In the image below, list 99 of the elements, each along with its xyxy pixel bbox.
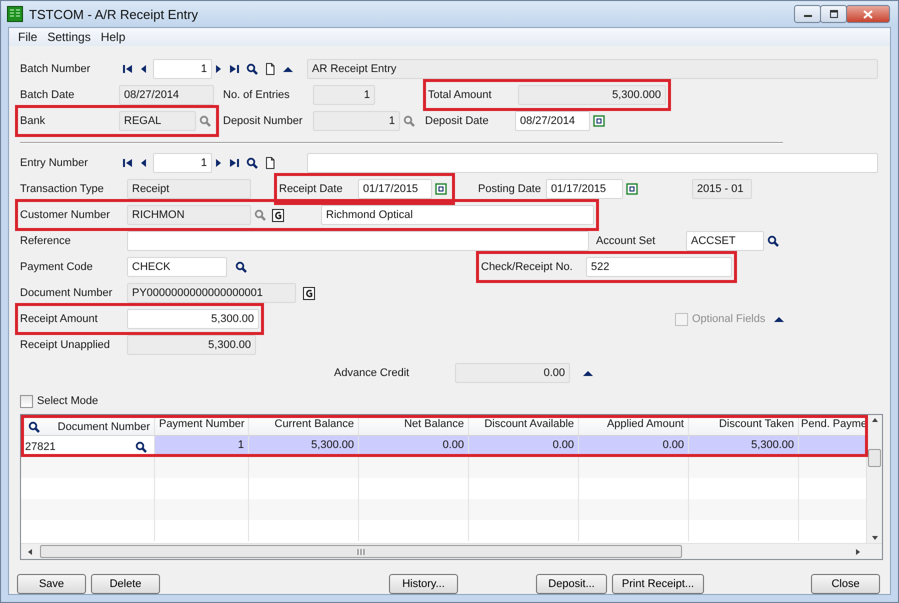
window-title: TSTCOM - A/R Receipt Entry	[29, 6, 198, 22]
checkbox-label: Optional Fields	[692, 313, 766, 325]
field-label: Deposit Number	[223, 115, 304, 127]
reference-field[interactable]	[127, 231, 589, 251]
next-icon[interactable]	[215, 157, 223, 169]
search-icon[interactable]	[767, 235, 779, 247]
field-label: Document Number	[20, 287, 114, 299]
vertical-scrollbar[interactable]	[866, 415, 882, 543]
description-field: AR Receipt Entry	[307, 59, 878, 79]
column-header[interactable]: Payment Number	[155, 415, 249, 435]
field-label: Payment Code	[20, 261, 94, 273]
previous-icon[interactable]	[139, 63, 147, 75]
calendar-icon[interactable]	[593, 115, 605, 127]
action-button[interactable]: Save	[17, 574, 86, 594]
amount-field[interactable]: 5,300.00	[127, 309, 259, 329]
close-icon	[863, 10, 873, 18]
previous-icon[interactable]	[139, 157, 147, 169]
minimize-button[interactable]	[794, 5, 821, 23]
field-label: Entry Number	[20, 157, 89, 169]
customer-name-field[interactable]: Richmond Optical	[321, 205, 594, 225]
first-record-icon[interactable]	[122, 63, 133, 75]
last-record-icon[interactable]	[229, 63, 240, 75]
deposit-number-field: 1	[313, 111, 400, 131]
number-field[interactable]: 1	[153, 59, 212, 79]
field-label: Account Set	[596, 235, 656, 247]
field-label: Receipt Date	[279, 183, 344, 195]
drilldown-icon[interactable]	[303, 286, 315, 300]
column-header[interactable]: Net Balance	[359, 415, 469, 435]
date-field[interactable]: 08/27/2014	[515, 111, 590, 131]
field-label: Advance Credit	[334, 367, 410, 379]
search-icon[interactable]	[135, 440, 147, 452]
field-label: Total Amount	[428, 89, 493, 101]
check-number-field[interactable]: 522	[586, 257, 732, 277]
document-number-field: PY0000000000000000001	[127, 283, 296, 303]
action-button[interactable]: Close	[811, 574, 880, 594]
field-label: Receipt Unapplied	[20, 339, 111, 351]
maximize-button[interactable]	[820, 5, 847, 23]
amount-field: 5,300.000	[518, 85, 666, 105]
date-field[interactable]: 01/17/2015	[358, 179, 432, 199]
field-label: Deposit Date	[425, 115, 490, 127]
action-button[interactable]: Delete	[91, 574, 160, 594]
search-icon[interactable]	[246, 157, 258, 169]
field-label: Batch Number	[20, 63, 92, 75]
column-header[interactable]: Current Balance	[249, 415, 359, 435]
maximize-icon	[828, 10, 838, 18]
action-button[interactable]: Deposit...	[536, 574, 607, 594]
field-label: Check/Receipt No.	[481, 261, 574, 273]
amount-field: 0.00	[455, 363, 570, 383]
field-label: Transaction Type	[20, 183, 105, 195]
field-label: Reference	[20, 235, 72, 247]
field-label: Posting Date	[478, 183, 542, 195]
collapse-arrow-icon[interactable]	[582, 368, 594, 378]
field-label: Bank	[20, 115, 46, 127]
date-field[interactable]: 01/17/2015	[546, 179, 623, 199]
action-button[interactable]: Print Receipt...	[612, 574, 704, 594]
date-field: 08/27/2014	[119, 85, 214, 105]
app-icon	[7, 6, 23, 22]
payment-code-field[interactable]: CHECK	[127, 257, 227, 277]
next-icon[interactable]	[215, 63, 223, 75]
number-field[interactable]: 1	[153, 153, 212, 173]
close-button[interactable]	[846, 5, 890, 23]
type-field: Receipt	[127, 179, 251, 199]
calendar-icon[interactable]	[626, 183, 638, 195]
field-label: Customer Number	[20, 209, 111, 221]
column-header[interactable]: Discount Available	[469, 415, 579, 435]
new-document-icon[interactable]	[264, 63, 276, 75]
action-button[interactable]: History...	[389, 574, 458, 594]
customer-field: RICHMON	[127, 205, 251, 225]
menu-item[interactable]: Help	[96, 30, 130, 44]
collapse-arrow-icon[interactable]	[773, 314, 786, 324]
field-label: Batch Date	[20, 89, 76, 101]
amount-field: 5,300.00	[127, 335, 256, 355]
description-field[interactable]	[307, 153, 878, 173]
collapse-arrow-icon[interactable]	[282, 64, 294, 74]
menu-item[interactable]: Settings	[42, 30, 96, 44]
grip-icon	[357, 548, 365, 554]
calendar-icon[interactable]	[435, 183, 447, 195]
column-header[interactable]: Discount Taken	[689, 415, 799, 435]
new-document-icon[interactable]	[264, 157, 276, 169]
bank-field: REGAL	[119, 111, 196, 131]
scroll-thumb[interactable]	[868, 449, 881, 467]
search-icon[interactable]	[235, 261, 247, 273]
scroll-thumb[interactable]	[40, 545, 682, 558]
drilldown-icon[interactable]	[272, 208, 284, 222]
search-icon[interactable]	[246, 63, 258, 75]
column-header[interactable]: Document Number	[21, 415, 155, 435]
count-field: 1	[313, 85, 375, 105]
column-header[interactable]: Applied Amount	[579, 415, 689, 435]
search-icon[interactable]	[28, 420, 40, 432]
checkbox[interactable]	[20, 394, 33, 408]
checkbox-label: Select Mode	[37, 395, 98, 407]
period-field: 2015 - 01	[692, 179, 752, 199]
menu-item[interactable]: File	[13, 30, 42, 44]
field-label: No. of Entries	[223, 89, 291, 101]
last-record-icon[interactable]	[229, 157, 240, 169]
field-label: Receipt Amount	[20, 313, 99, 325]
account-set-field[interactable]: ACCSET	[686, 231, 764, 251]
first-record-icon[interactable]	[122, 157, 133, 169]
horizontal-scrollbar[interactable]	[21, 543, 882, 559]
